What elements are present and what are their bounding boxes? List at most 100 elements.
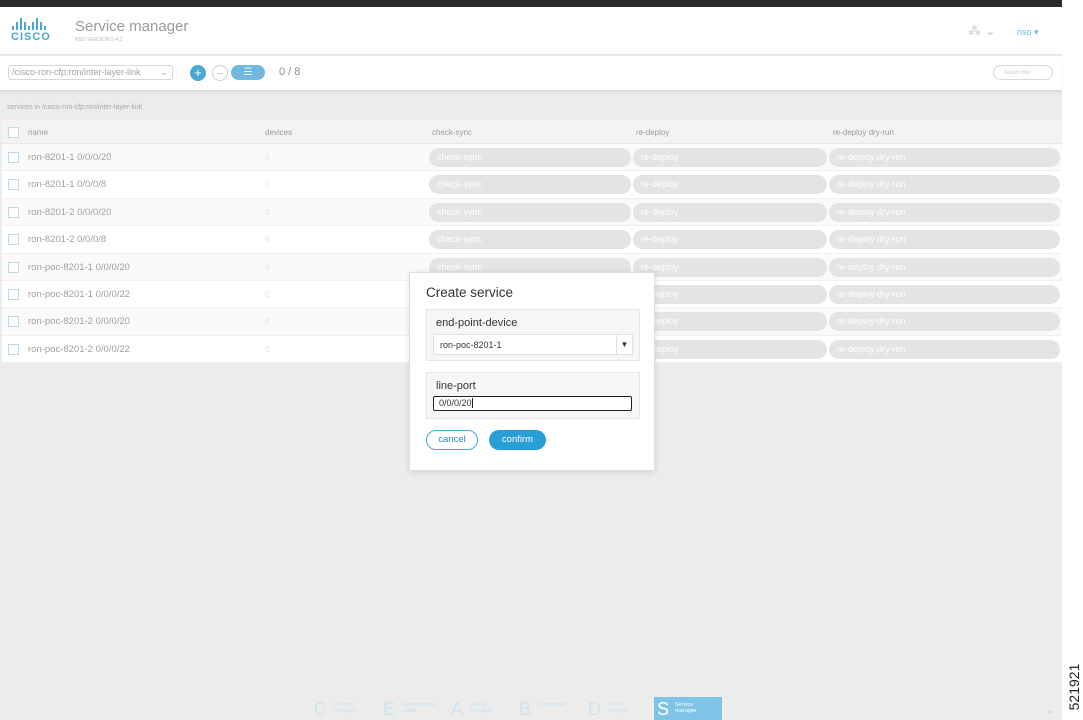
remove-service-button[interactable]: −	[212, 65, 228, 81]
re-deploy-button[interactable]: re-deploy	[633, 202, 827, 222]
dock-label: Alarm manager	[471, 702, 493, 714]
service-name[interactable]: ron-poc-8201-2 0/0/0/22	[28, 344, 130, 355]
service-name[interactable]: ron-8201-1 0/0/0/20	[28, 152, 111, 163]
dock-letter: E	[383, 699, 396, 719]
row-checkbox[interactable]	[8, 152, 19, 163]
dock-label: Commit manager	[334, 702, 356, 714]
device-count: 0	[265, 180, 270, 190]
column-header-re-deploy: re-deploy	[636, 128, 670, 137]
user-menu[interactable]: nso ▾	[1017, 27, 1039, 38]
service-name[interactable]: ron-poc-8201-1 0/0/0/22	[28, 289, 130, 300]
row-checkbox[interactable]	[8, 288, 19, 300]
re-deploy-dry-run-button[interactable]: re-deploy dry-run	[829, 312, 1060, 332]
list-view-button[interactable]: ☰	[231, 65, 265, 80]
device-count: 0	[265, 153, 270, 162]
search-filter-input[interactable]: Search filter	[993, 65, 1053, 80]
app-window: CISCO Service manager NSO VERSION 5.4.2 …	[0, 7, 1062, 720]
row-checkbox[interactable]	[8, 206, 19, 218]
row-checkbox[interactable]	[8, 261, 19, 273]
re-deploy-dry-run-button[interactable]: re-deploy dry-run	[829, 339, 1060, 359]
dock-label-line2: editor	[403, 708, 417, 714]
column-header-name[interactable]: name	[28, 128, 48, 137]
service-name[interactable]: ron-8201-2 0/0/0/20	[28, 207, 111, 218]
line-port-input[interactable]: 0/0/0/20	[433, 396, 632, 411]
dock-label-line2: manager	[334, 708, 356, 714]
network-status-icon[interactable]: ⁂ ⌄	[968, 23, 996, 39]
line-port-field: line-port 0/0/0/20	[426, 372, 640, 419]
device-count: 0	[265, 344, 270, 354]
toolbar: /cisco-ron-cfp:ron/inter-layer-link ⌄ + …	[0, 56, 1062, 91]
service-name[interactable]: ron-poc-8201-1 0/0/0/20	[28, 262, 130, 273]
dock-letter: D	[588, 699, 601, 719]
service-path-select[interactable]: /cisco-ron-cfp:ron/inter-layer-link ⌄	[8, 65, 173, 80]
check-sync-button[interactable]: check-sync	[429, 148, 631, 167]
re-deploy-dry-run-button[interactable]: re-deploy dry-run	[829, 202, 1060, 222]
table-row[interactable]: ron-8201-1 0/0/0/8 0 check-sync re-deploy re…	[2, 171, 1062, 199]
dock-item-configuration[interactable]: E Configuration editor	[383, 697, 445, 720]
dock-item-commit[interactable]: C Commit manager	[314, 697, 374, 720]
re-deploy-button[interactable]: re-deploy	[633, 312, 827, 332]
app-dock: C Commit manager E Configuration editor A Alarm…	[0, 697, 1062, 720]
dock-label-line2: manager	[675, 708, 697, 714]
service-path-value: /cisco-ron-cfp:ron/inter-layer-link	[12, 67, 141, 77]
cisco-logo: CISCO	[11, 18, 55, 44]
cancel-button[interactable]: cancel	[426, 430, 478, 450]
row-checkbox[interactable]	[8, 316, 19, 328]
select-all-checkbox[interactable]	[8, 127, 19, 138]
re-deploy-dry-run-button[interactable]: re-deploy dry-run	[829, 230, 1060, 250]
dock-letter: S	[657, 699, 670, 719]
line-port-label: line-port	[436, 380, 476, 392]
dropdown-arrow-icon[interactable]: ▼	[616, 335, 632, 354]
dock-item-dashboard[interactable]: B Dashboard	[519, 697, 581, 720]
dock-letter: A	[451, 699, 464, 719]
create-service-dialog: Create service end-point-device ron-poc-…	[409, 272, 655, 471]
figure-id-text: 521921	[1066, 663, 1082, 711]
table-row[interactable]: ron-8201-2 0/0/0/8 0 check-sync re-deploy re…	[2, 226, 1062, 254]
check-sync-button[interactable]: check-sync	[429, 175, 631, 195]
re-deploy-dry-run-button[interactable]: re-deploy dry-run	[829, 148, 1060, 167]
chevron-down-icon[interactable]: ⌄	[1047, 706, 1054, 715]
re-deploy-dry-run-button[interactable]: re-deploy dry-run	[829, 257, 1060, 277]
table-row[interactable]: ron-8201-1 0/0/0/20 0 check-sync re-deploy r…	[2, 144, 1062, 172]
device-count: 0	[265, 262, 270, 272]
end-point-device-field: end-point-device ron-poc-8201-1 ▼	[426, 309, 640, 361]
dock-label: Device manager	[608, 702, 630, 714]
cisco-logo-bars-icon	[11, 18, 55, 30]
service-name[interactable]: ron-poc-8201-2 0/0/0/20	[28, 316, 130, 327]
dock-item-alarm[interactable]: A Alarm manager	[451, 697, 511, 720]
page-title: Service manager	[75, 18, 189, 35]
add-service-button[interactable]: +	[190, 65, 206, 81]
re-deploy-button[interactable]: re-deploy	[633, 148, 827, 167]
re-deploy-button[interactable]: re-deploy	[633, 257, 827, 277]
app-header: CISCO Service manager NSO VERSION 5.4.2 …	[0, 7, 1062, 55]
row-checkbox[interactable]	[8, 234, 19, 246]
version-label: NSO VERSION 5.4.2	[75, 37, 123, 43]
re-deploy-dry-run-button[interactable]: re-deploy dry-run	[829, 284, 1060, 304]
check-sync-button[interactable]: check-sync	[429, 230, 631, 250]
dock-label: Configuration editor	[403, 702, 436, 714]
row-checkbox[interactable]	[8, 343, 19, 355]
row-checkbox[interactable]	[8, 179, 19, 191]
service-name[interactable]: ron-8201-1 0/0/0/8	[28, 179, 106, 190]
dock-item-device[interactable]: D Device manager	[588, 697, 648, 720]
device-count: 0	[265, 235, 270, 245]
re-deploy-button[interactable]: re-deploy	[633, 175, 827, 195]
re-deploy-button[interactable]: re-deploy	[633, 230, 827, 250]
end-point-device-select[interactable]: ron-poc-8201-1 ▼	[433, 334, 633, 355]
column-header-devices[interactable]: devices	[265, 128, 292, 137]
re-deploy-button[interactable]: re-deploy	[633, 339, 827, 359]
table-header: name devices check-sync re-deploy re-dep…	[2, 120, 1062, 144]
re-deploy-button[interactable]: re-deploy	[633, 284, 827, 304]
re-deploy-dry-run-button[interactable]: re-deploy dry-run	[829, 175, 1060, 195]
selection-count: 0 / 8	[279, 66, 301, 78]
confirm-button[interactable]: confirm	[489, 430, 546, 450]
list-caption: services in /cisco-ron-cfp:ron/inter-lay…	[7, 104, 142, 111]
service-name[interactable]: ron-8201-2 0/0/0/8	[28, 234, 106, 245]
dock-item-service[interactable]: S Service manager	[654, 697, 722, 720]
list-icon: ☰	[243, 67, 253, 78]
line-port-value: 0/0/0/20	[439, 398, 472, 408]
dock-label-line2: manager	[471, 708, 493, 714]
chevron-down-icon: ⌄	[160, 67, 168, 77]
check-sync-button[interactable]: check-sync	[429, 202, 631, 222]
table-row[interactable]: ron-8201-2 0/0/0/20 0 check-sync re-deploy r…	[2, 198, 1062, 227]
